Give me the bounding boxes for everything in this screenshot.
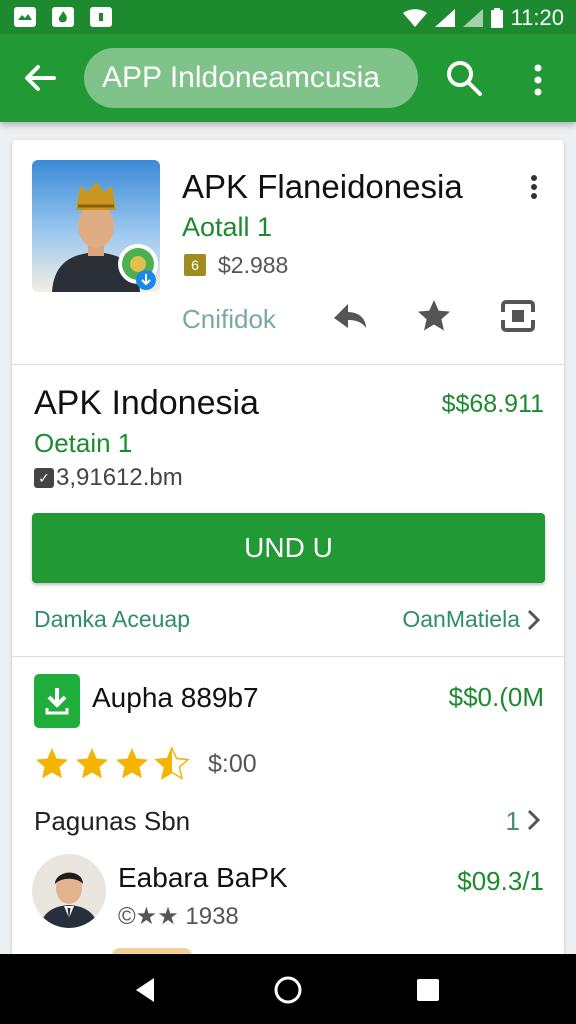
detail-link-right[interactable]: OanMatiela — [402, 606, 520, 633]
unlock-label[interactable]: Cnifidok — [182, 304, 276, 335]
search-field[interactable]: APP Inldoneamcusia — [84, 48, 418, 108]
star-full-icon — [116, 748, 148, 779]
app-bar: APP Inldoneamcusia — [0, 34, 576, 122]
download-app-icon[interactable] — [34, 674, 80, 728]
detail-title: APK Indonesia — [34, 384, 259, 422]
share-icon[interactable] — [330, 296, 370, 336]
star-full-icon — [76, 748, 108, 779]
pages-label[interactable]: Pagunas Sbn — [34, 806, 190, 837]
detail-price: $$68.911 — [441, 390, 544, 418]
signal-icon — [434, 9, 455, 27]
flame-notification-icon — [52, 7, 74, 27]
detail-size: 3,91612.bm — [56, 464, 183, 491]
app-icon[interactable] — [32, 160, 160, 292]
search-icon[interactable] — [444, 58, 484, 98]
detail-subtitle: Oetain 1 — [34, 428, 133, 458]
library-icon[interactable] — [498, 296, 538, 336]
app-subtitle: Aotall 1 — [182, 212, 273, 242]
star-half-icon — [154, 746, 190, 780]
home-nav-icon[interactable] — [272, 974, 304, 1006]
app-overflow-icon[interactable] — [524, 172, 544, 202]
chevron-right-icon[interactable] — [524, 608, 542, 632]
divider — [12, 364, 564, 365]
check-box-icon: ✓ — [34, 468, 54, 488]
recents-nav-icon[interactable] — [412, 974, 444, 1006]
navigation-bar — [0, 954, 576, 1024]
star-full-icon — [36, 748, 68, 779]
status-bar: 11:20 — [0, 0, 576, 34]
sim-notification-icon — [90, 7, 112, 27]
back-arrow-icon[interactable] — [22, 60, 58, 96]
pages-count: 1 — [505, 806, 520, 836]
app-card: APK Flaneidonesia Aotall 1 6 $2.988 Cnif… — [12, 140, 564, 970]
chevron-right-icon[interactable] — [524, 808, 542, 832]
related-title[interactable]: Aupha 889b7 — [92, 682, 259, 714]
app-size: $2.988 — [218, 252, 289, 278]
back-nav-icon[interactable] — [130, 974, 162, 1006]
avatar[interactable] — [32, 854, 106, 928]
developer-name[interactable]: Eabara BaPK — [118, 862, 288, 894]
signal-secondary-icon — [462, 9, 483, 27]
detail-link-left[interactable]: Damka Aceuap — [34, 606, 190, 633]
app-title: APK Flaneidonesia — [182, 168, 463, 205]
stars-value: $:00 — [208, 750, 257, 778]
star-rating — [34, 746, 190, 782]
star-icon[interactable] — [414, 296, 454, 336]
photo-notification-icon — [14, 7, 36, 27]
related-price: $$0.(0M — [448, 682, 544, 712]
developer-meta: ©★★ 1938 — [118, 903, 239, 930]
rating-badge: 6 — [184, 254, 206, 276]
status-time: 11:20 — [510, 5, 564, 30]
install-button[interactable]: UND U — [32, 513, 545, 583]
wifi-icon — [402, 9, 427, 27]
more-options-icon[interactable] — [524, 60, 552, 100]
battery-icon — [490, 8, 503, 28]
developer-price: $09.3/1 — [457, 866, 544, 896]
divider — [12, 656, 564, 657]
